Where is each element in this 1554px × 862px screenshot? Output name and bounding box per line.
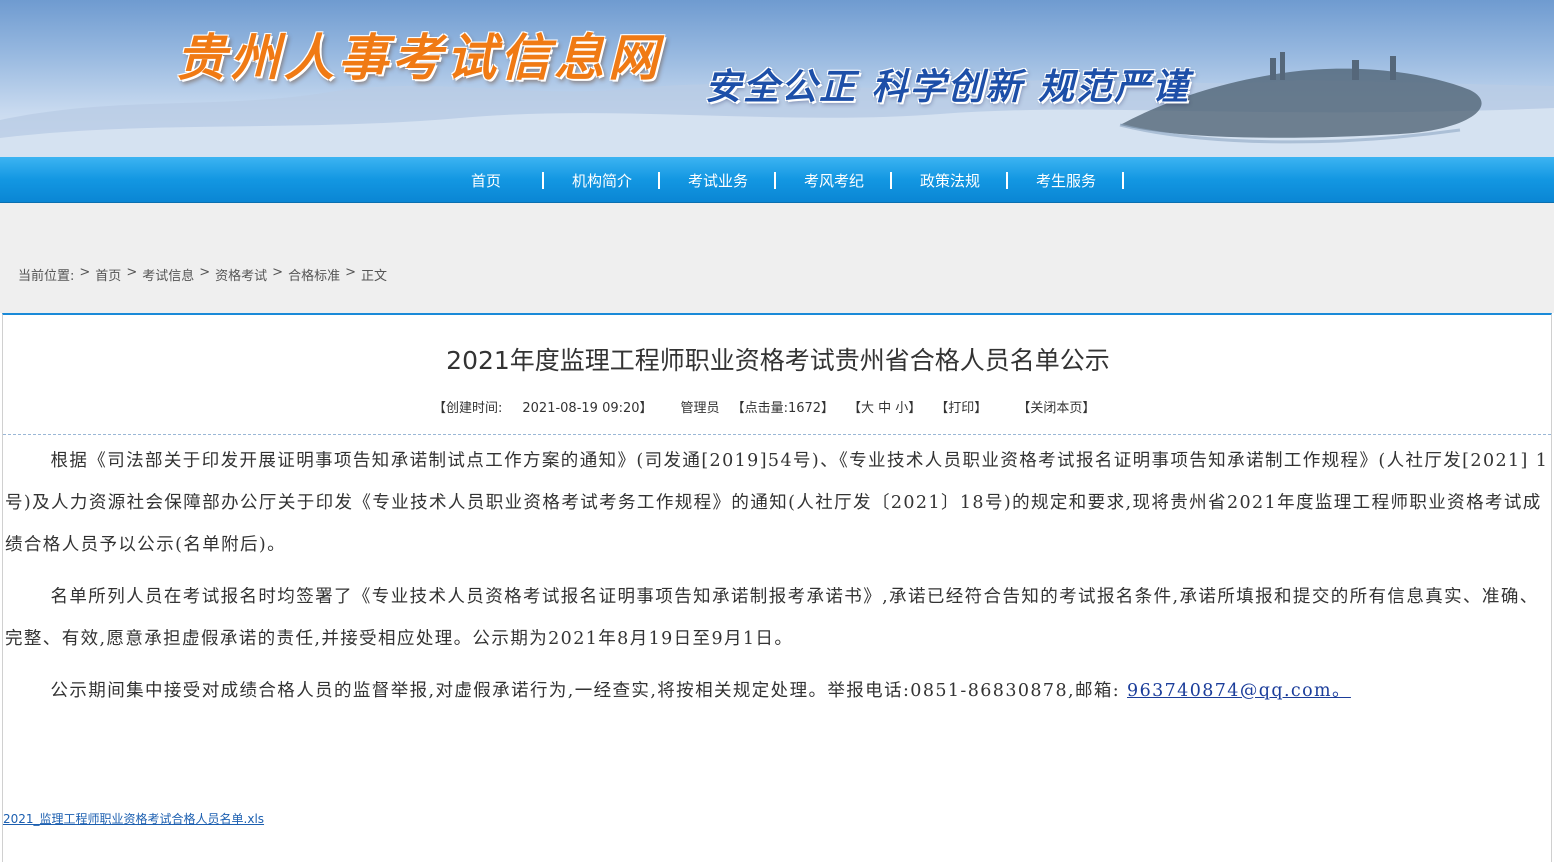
email-link[interactable]: 963740874@qq.com。 <box>1127 681 1351 701</box>
attachment-link[interactable]: 2021_监理工程师职业资格考试合格人员名单.xls <box>3 810 264 827</box>
breadcrumb-home[interactable]: 首页 <box>95 265 121 284</box>
breadcrumb-exam-info[interactable]: 考试信息 <box>142 265 194 284</box>
article-body: 根据《司法部关于印发开展证明事项告知承诺制试点工作方案的通知》(司发通[2019… <box>3 440 1551 722</box>
nav-item-label: 首页 <box>470 171 501 190</box>
close-page-button[interactable]: 【关闭本页】 <box>1017 397 1095 416</box>
breadcrumb: 当前位置: > 首页 > 考试信息 > 资格考试 > 合格标准 > 正文 <box>18 265 387 284</box>
site-header-banner: 贵州人事考试信息网 安全公正 科学创新 规范严谨 <box>0 0 1554 157</box>
nav-item-label: 机构简介 <box>571 171 632 190</box>
site-title: 贵州人事考试信息网 <box>176 28 662 87</box>
breadcrumb-current: 正文 <box>360 269 387 284</box>
breadcrumb-band: 当前位置: > 首页 > 考试信息 > 资格考试 > 合格标准 > 正文 <box>0 203 1554 313</box>
article-paragraph: 根据《司法部关于印发开展证明事项告知承诺制试点工作方案的通知》(司发通[2019… <box>5 451 1549 555</box>
article-panel: 2021年度监理工程师职业资格考试贵州省合格人员名单公示 【创建时间: 2021… <box>2 313 1552 862</box>
site-slogan: 安全公正 科学创新 规范严谨 <box>705 66 1191 108</box>
nav-item-label: 考风考纪 <box>803 171 864 190</box>
report-text: 公示期间集中接受对成绩合格人员的监督举报,对虚假承诺行为,一经查实,将按相关规定… <box>50 681 1128 701</box>
breadcrumb-separator: > <box>126 265 138 280</box>
breadcrumb-separator: > <box>199 265 211 280</box>
main-navigation: 首页 机构简介 考试业务 考风考纪 政策法规 考生服务 <box>0 157 1554 203</box>
breadcrumb-pass-standard[interactable]: 合格标准 <box>288 265 340 284</box>
article-paragraph: 公示期间集中接受对成绩合格人员的监督举报,对虚假承诺行为,一经查实,将按相关规定… <box>5 670 1549 712</box>
created-value: 2021-08-19 09:20】 <box>522 401 653 416</box>
nav-item-about[interactable]: 机构简介 <box>544 157 660 203</box>
breadcrumb-separator: > <box>79 265 91 280</box>
nav-item-label: 考试业务 <box>687 171 748 190</box>
nav-item-candidate-service[interactable]: 考生服务 <box>1008 157 1124 203</box>
print-button[interactable]: 【打印】 <box>935 397 987 416</box>
nav-item-exam-discipline[interactable]: 考风考纪 <box>776 157 892 203</box>
article-paragraph: 名单所列人员在考试报名时均签署了《专业技术人员资格考试报名证明事项告知承诺制报考… <box>5 587 1539 649</box>
article-title: 2021年度监理工程师职业资格考试贵州省合格人员名单公示 <box>446 346 1110 375</box>
article-meta: 【创建时间: 2021-08-19 09:20】 管理员 【点击量:1672】 … <box>433 397 1095 416</box>
font-size-switcher[interactable]: 【大 中 小】 <box>848 397 921 416</box>
article-divider <box>3 434 1551 435</box>
view-count: 【点击量:1672】 <box>731 401 835 416</box>
breadcrumb-separator: > <box>272 265 284 280</box>
nav-item-exam-business[interactable]: 考试业务 <box>660 157 776 203</box>
nav-item-policy[interactable]: 政策法规 <box>892 157 1008 203</box>
nav-item-label: 政策法规 <box>919 171 980 190</box>
created-label: 【创建时间: <box>433 401 503 416</box>
breadcrumb-qualification-exam[interactable]: 资格考试 <box>215 265 267 284</box>
breadcrumb-separator: > <box>345 265 356 280</box>
nav-separator <box>1122 172 1124 189</box>
nav-item-home[interactable]: 首页 <box>428 157 544 203</box>
breadcrumb-prefix: 当前位置: <box>18 269 75 284</box>
nav-item-label: 考生服务 <box>1035 171 1096 190</box>
author: 管理员 <box>680 401 720 416</box>
